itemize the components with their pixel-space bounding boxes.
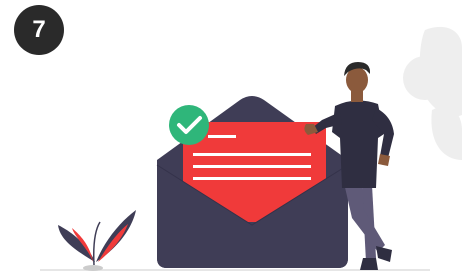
step-card: 7 [0,0,462,275]
email-sent-illustration [40,26,462,271]
check-circle-icon [169,105,209,145]
plant-icon [58,210,136,271]
background-shapes [403,26,462,160]
